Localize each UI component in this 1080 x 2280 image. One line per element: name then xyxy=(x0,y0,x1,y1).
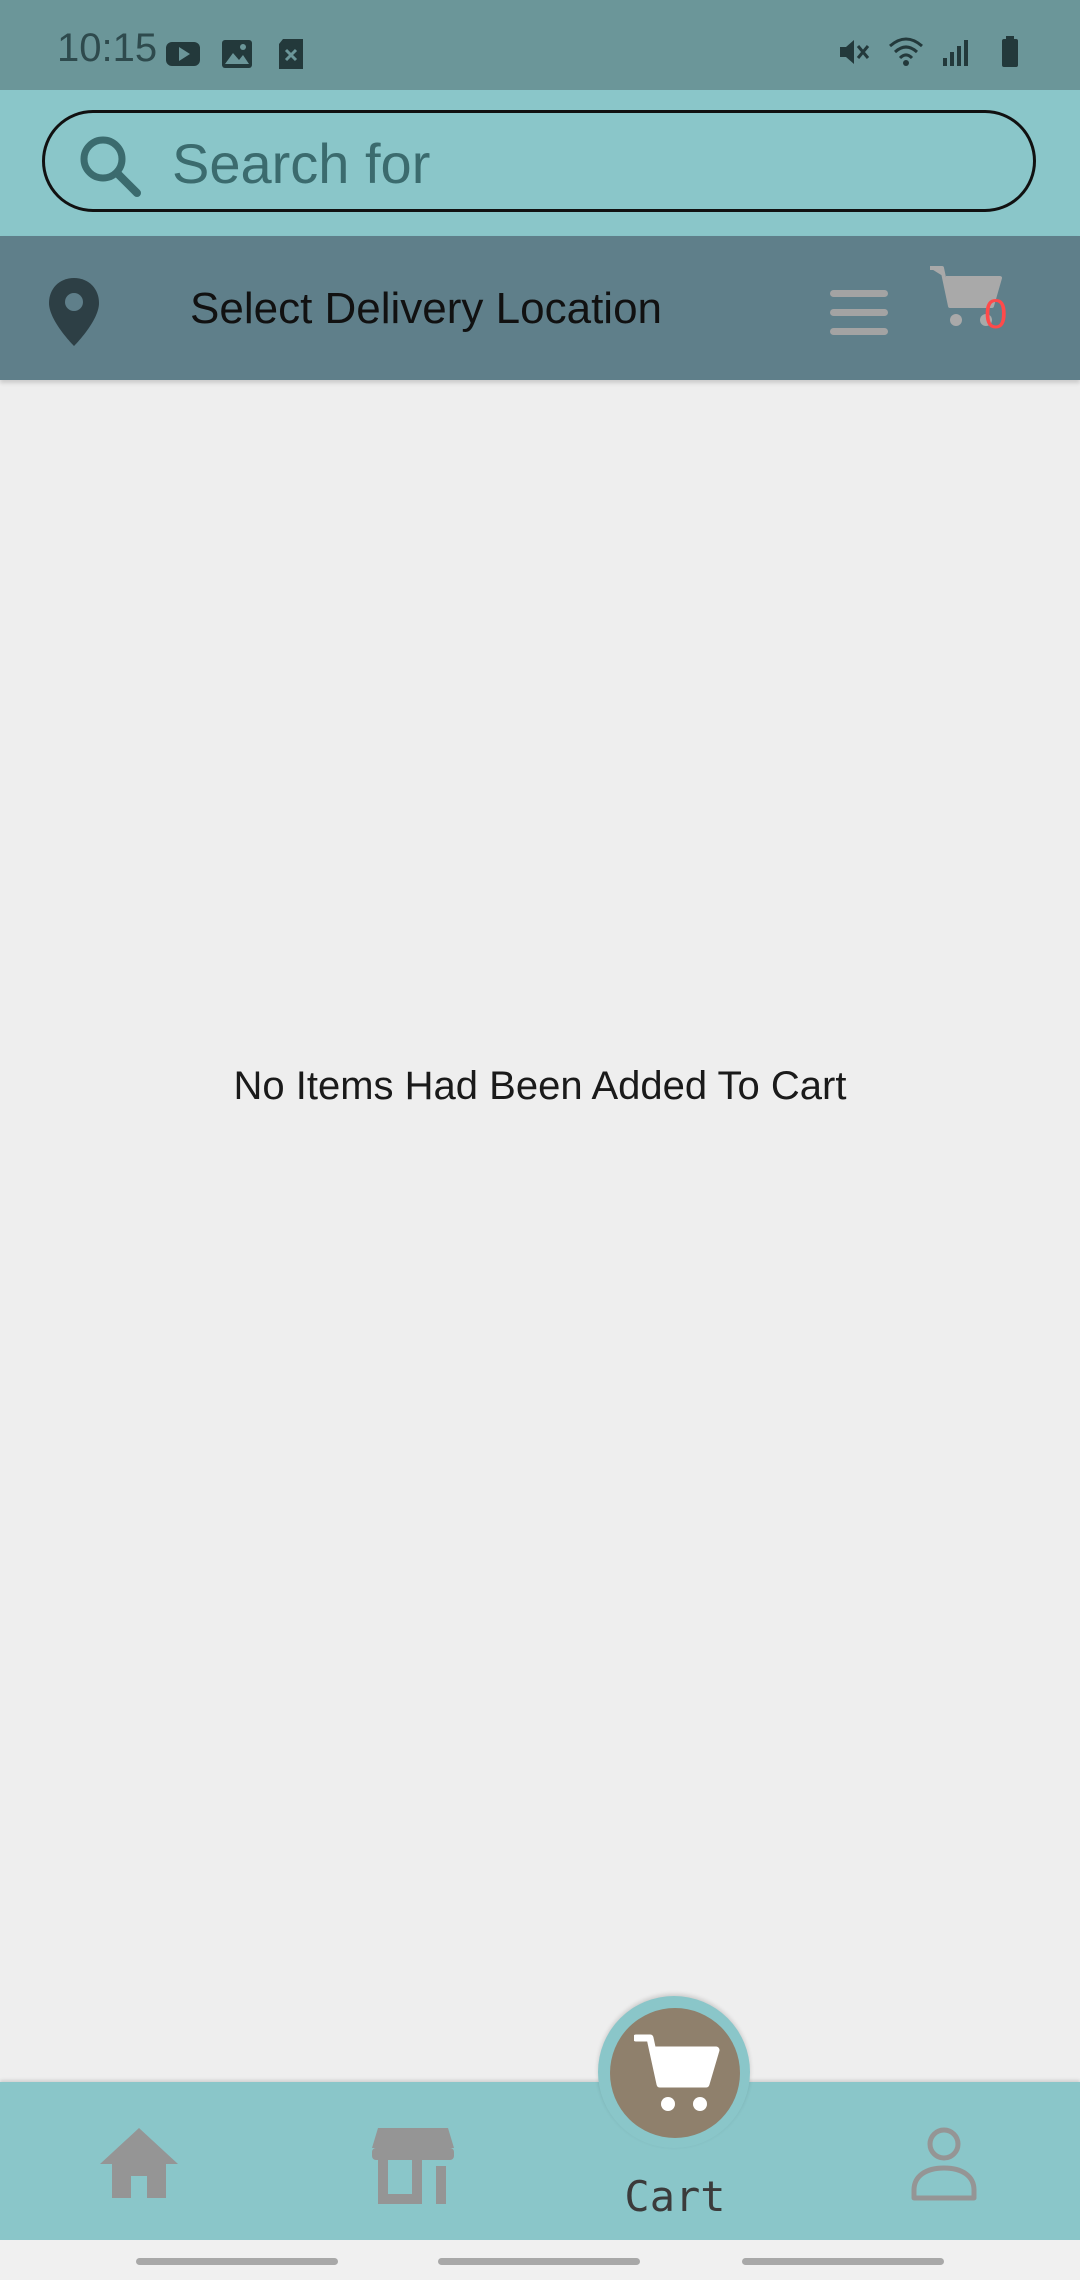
status-left-icons xyxy=(165,36,309,72)
mute-icon xyxy=(840,40,870,64)
status-time: 10:15 xyxy=(57,26,158,70)
gesture-pill xyxy=(438,2258,640,2265)
youtube-icon xyxy=(166,42,200,66)
gesture-bar xyxy=(0,2240,1080,2280)
status-right-icons xyxy=(836,34,1028,70)
store-icon[interactable] xyxy=(370,2126,456,2206)
search-input[interactable] xyxy=(170,129,974,197)
gesture-pill xyxy=(742,2258,944,2265)
gesture-pill xyxy=(136,2258,338,2265)
search-header xyxy=(0,90,1080,236)
home-icon[interactable] xyxy=(98,2126,180,2200)
menu-icon[interactable] xyxy=(826,286,892,340)
header-cart-button[interactable]: 0 xyxy=(928,262,1018,352)
image-icon xyxy=(222,40,252,68)
empty-cart-message: No Items Had Been Added To Cart xyxy=(233,1064,847,1108)
cart-icon xyxy=(634,2034,720,2111)
search-box[interactable] xyxy=(42,110,1036,212)
location-bar: Select Delivery Location 0 xyxy=(0,236,1080,380)
nav-cart-label[interactable]: Cart xyxy=(610,2172,740,2221)
status-bar: 10:15 xyxy=(0,0,1080,90)
battery-icon xyxy=(1002,36,1018,67)
bottom-navigation: Cart xyxy=(0,2082,1080,2240)
wifi-icon xyxy=(889,37,923,66)
sd-card-icon xyxy=(279,39,303,69)
location-pin-icon[interactable] xyxy=(46,276,102,348)
signal-icon xyxy=(943,40,968,66)
select-delivery-location[interactable]: Select Delivery Location xyxy=(190,284,662,334)
cart-count-badge: 0 xyxy=(984,290,1008,337)
profile-icon[interactable] xyxy=(910,2126,978,2202)
search-icon[interactable] xyxy=(77,133,143,199)
nav-cart-button[interactable] xyxy=(610,2008,740,2138)
